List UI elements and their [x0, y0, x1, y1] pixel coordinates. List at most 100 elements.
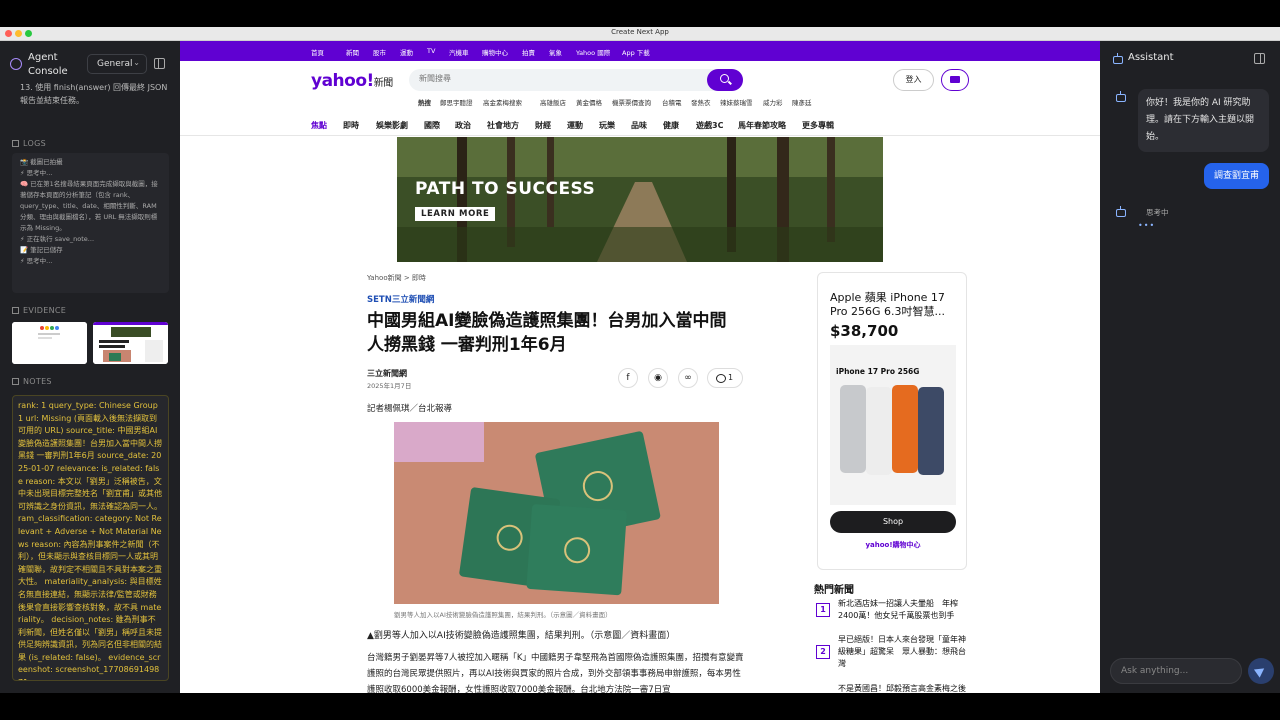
learn-more-button[interactable]: LEARN MORE	[415, 207, 496, 221]
chat-input[interactable]: Ask anything...	[1110, 658, 1242, 684]
log-item: 📝 筆記已儲存	[20, 246, 63, 254]
article-body: 台灣籍男子劉晏昇等7人被控加入暱稱「K」中國籍男子韋堅飛為首國際偽造護照集團，招…	[367, 653, 744, 693]
top-nav-item[interactable]: 汽機車	[449, 47, 469, 57]
trending-item[interactable]: 機票票價查詢	[612, 97, 651, 107]
chevron-down-icon: ⌄	[133, 58, 140, 67]
top-nav-item[interactable]: 購物中心	[482, 47, 508, 57]
category-tab[interactable]: 更多專輯	[802, 120, 834, 131]
log-item: ⚡ 正在執行 save_note...	[20, 235, 95, 243]
logs-icon	[12, 140, 19, 147]
facebook-share-icon[interactable]: f	[618, 368, 638, 388]
article-headline: 中國男組AI變臉偽造護照集團！台男加入當中間人撈黑錢 一審判刑1年6月	[367, 311, 727, 355]
photo-caption: 劉男等人加入以AI技術變臉偽造護照集團，結果判刑。（示意圖／資料畫面）	[394, 611, 612, 619]
notes-content: rank: 1 query_type: Chinese Group 1 url:…	[12, 395, 169, 681]
copy-link-icon[interactable]: ∞	[678, 368, 698, 388]
comments-button[interactable]: 1	[707, 368, 743, 388]
agent-console-panel: Agent Console General ⌄ 13. 使用 finish(an…	[0, 41, 180, 693]
assistant-avatar-icon	[1116, 206, 1126, 217]
top-nav-item[interactable]: Yahoo 國際	[576, 47, 610, 57]
category-tab[interactable]: 娛樂影劇	[376, 120, 408, 131]
notes-section-label: NOTES	[12, 377, 52, 386]
category-tab[interactable]: 國際	[424, 120, 440, 131]
evidence-thumbnail[interactable]	[12, 322, 87, 364]
window-title: Create Next App	[611, 28, 669, 36]
search-button[interactable]	[707, 69, 743, 91]
sidebar-toggle-icon[interactable]	[154, 58, 165, 69]
window-titlebar: Create Next App	[0, 27, 1280, 41]
comment-count: 1	[728, 373, 734, 382]
plan-step-text: 13. 使用 finish(answer) 回傳最終 JSON 報告並結束任務。	[20, 83, 168, 105]
trending-item[interactable]: 黃金價格	[576, 97, 602, 107]
send-icon[interactable]	[1248, 658, 1274, 684]
breadcrumb[interactable]: Yahoo新聞 > 即時	[367, 273, 426, 283]
top-nav-item[interactable]: 新聞	[346, 47, 359, 57]
article-reporter: 記者楊佩琪／台北報導	[367, 404, 453, 414]
passport-photo-image	[394, 422, 719, 604]
agent-icon	[10, 58, 22, 70]
hot-news-link[interactable]: 不是黃國昌！邱毅預言高金素梅之後	[838, 683, 968, 693]
line-share-icon[interactable]: ◉	[648, 368, 668, 388]
mode-select[interactable]: General ⌄	[87, 54, 147, 74]
ad-banner[interactable]: PATH TO SUCCESS LEARN MORE	[397, 137, 883, 262]
category-tab[interactable]: 玩樂	[599, 120, 615, 131]
top-nav-item[interactable]: 首頁	[311, 47, 324, 57]
top-nav-item[interactable]: 氣象	[549, 47, 562, 57]
category-tab[interactable]: 政治	[455, 120, 471, 131]
trending-item[interactable]: 陳彥廷	[792, 97, 812, 107]
trending-item[interactable]: 高金素梅搜索	[483, 97, 522, 107]
agent-console-title: Agent Console	[28, 52, 68, 77]
category-tab-active[interactable]: 焦點	[311, 120, 327, 131]
trending-label: 熱搜	[418, 99, 431, 107]
top-nav-item[interactable]: 拍賣	[522, 47, 535, 57]
top-nav-item[interactable]: App 下載	[622, 47, 650, 57]
top-nav-item[interactable]: 運動	[400, 47, 413, 57]
category-tab[interactable]: 社會地方	[487, 120, 519, 131]
article-author: 三立新聞網	[367, 369, 407, 378]
trending-item[interactable]: 鄭思宇聽證	[440, 97, 473, 107]
evidence-icon	[12, 307, 19, 314]
article-photo	[394, 422, 719, 604]
hot-news-link[interactable]: 新北酒店妹一招讓人夫暈船 年榨2400萬！他女兒千萬股票也到手	[838, 598, 968, 622]
hot-news-rank: 1	[816, 603, 830, 617]
yahoo-news-logo[interactable]: yahoo!新聞	[311, 71, 393, 91]
user-message: 調查劉宜甫	[1204, 163, 1269, 189]
category-tab[interactable]: 即時	[343, 120, 359, 131]
ad-product-title: Apple 蘋果 iPhone 17 Pro 256G 6.3吋智慧...	[830, 291, 945, 318]
trending-item[interactable]: 威力彩	[763, 97, 783, 107]
log-item: ⚡ 思考中...	[20, 169, 53, 177]
top-nav-item[interactable]: TV	[427, 47, 435, 55]
trending-item[interactable]: 高雄飯店	[540, 97, 566, 107]
ad-price: $38,700	[830, 322, 899, 340]
evidence-thumbnail[interactable]	[93, 322, 168, 364]
hot-news-title: 熱門新聞	[814, 585, 854, 596]
trending-item[interactable]: 發熱衣	[691, 97, 711, 107]
logs-section-label: LOGS	[12, 139, 46, 148]
category-tab[interactable]: 遊戲3C	[696, 120, 723, 131]
evidence-thumbnail-image	[93, 322, 168, 364]
assistant-panel: Assistant 你好！我是你的 AI 研究助理。請在下方輸入主題以開始。 調…	[1100, 41, 1280, 693]
mail-icon[interactable]	[941, 69, 969, 91]
caption-line: ▲劉男等人加入以AI技術變臉偽造護照集團，結果判刑。（示意圖／資料畫面）	[367, 631, 676, 641]
trending-item[interactable]: 辣妹蔡瑞雪	[720, 97, 753, 107]
typing-dots: •••	[1138, 221, 1156, 230]
news-search-bar	[409, 69, 743, 91]
notes-icon	[12, 378, 19, 385]
top-nav-item[interactable]: 股市	[373, 47, 386, 57]
hot-news-link[interactable]: 早已絕版！日本人來台發現「童年神級糖果」超驚呆 眾人暴動：想飛台灣	[838, 634, 968, 670]
category-tab[interactable]: 財經	[535, 120, 551, 131]
collapse-panel-icon[interactable]	[1254, 53, 1265, 64]
product-ad[interactable]: Apple 蘋果 iPhone 17 Pro 256G 6.3吋智慧... $3…	[817, 272, 967, 570]
login-button[interactable]: 登入	[893, 69, 934, 91]
source-logo[interactable]: SETN三立新聞網	[367, 293, 434, 305]
assistant-avatar-icon	[1116, 91, 1126, 102]
article-date: 2025年1月7日	[367, 382, 412, 390]
shop-button[interactable]: Shop	[830, 511, 956, 533]
category-tab[interactable]: 品味	[631, 120, 647, 131]
category-tab[interactable]: 馬年春節攻略	[738, 120, 786, 131]
category-tab[interactable]: 健康	[663, 120, 679, 131]
category-tab[interactable]: 運動	[567, 120, 583, 131]
hot-news-rank: 2	[816, 645, 830, 659]
mode-select-value: General	[97, 59, 133, 69]
search-input[interactable]	[419, 74, 669, 83]
trending-item[interactable]: 台積電	[662, 97, 682, 107]
